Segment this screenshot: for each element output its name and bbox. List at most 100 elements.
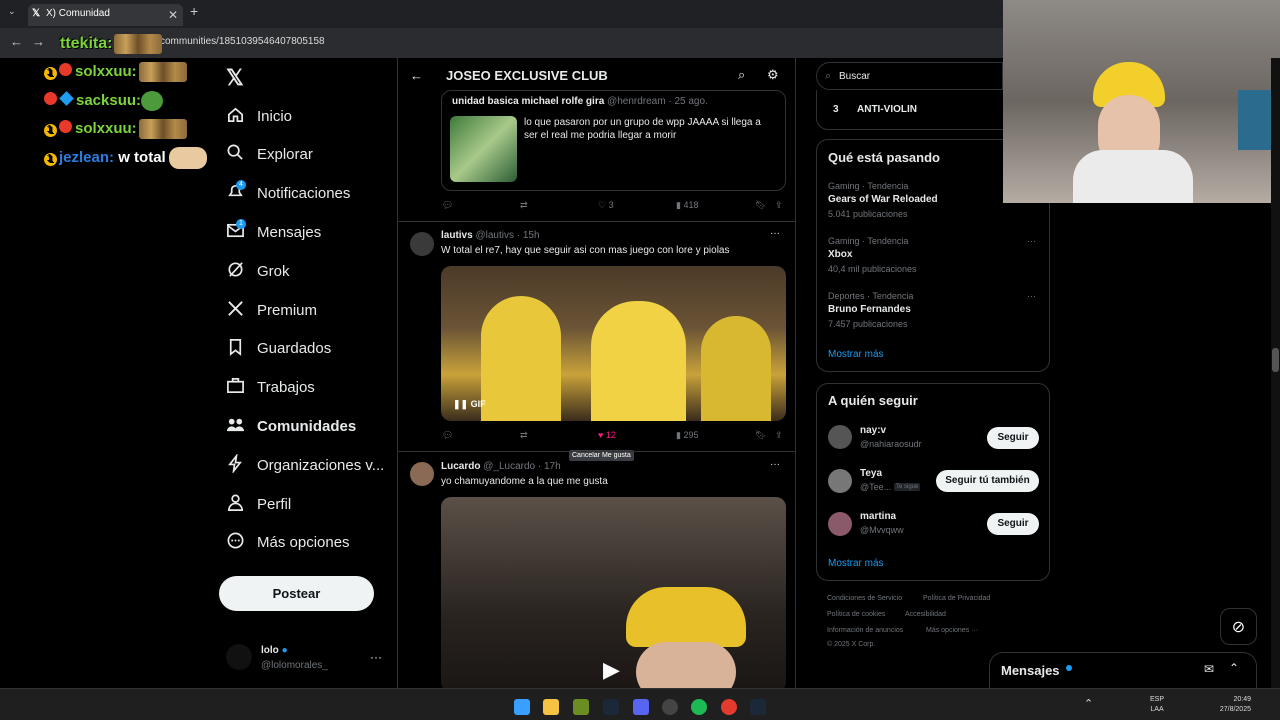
tab-close-icon[interactable]: ✕ [168, 8, 178, 22]
like-button[interactable]: ♥ 12 [598, 430, 616, 440]
footer-link[interactable]: Información de anuncios [827, 627, 903, 634]
avatar[interactable] [828, 512, 852, 536]
nav-item-explorar[interactable]: Explorar [226, 143, 313, 167]
trend-name[interactable]: Gears of War Reloaded [828, 194, 938, 205]
footer-link[interactable]: Más opciones ··· [926, 627, 978, 634]
follow-name[interactable]: nay:v [860, 425, 886, 436]
back-arrow-icon[interactable]: ← [10, 34, 23, 49]
nav-item-label: Trabajos [257, 379, 315, 397]
trend-name[interactable]: Xbox [828, 249, 852, 260]
avatar[interactable] [828, 425, 852, 449]
reply-icon[interactable]: 💬︎ [442, 200, 453, 211]
minecraft-icon[interactable] [573, 699, 589, 715]
expand-icon[interactable]: ⌃ [1229, 661, 1239, 675]
search-icon[interactable]: ⌕ [738, 67, 745, 83]
new-tab-icon[interactable]: + [190, 3, 198, 19]
like-button[interactable]: ♡ 3 [598, 200, 614, 211]
nav-item-inicio[interactable]: Inicio [226, 104, 292, 128]
windows-start-icon[interactable] [514, 699, 530, 715]
scrollbar-thumb[interactable] [1272, 348, 1279, 372]
footer-link[interactable]: Política de Privacidad [923, 595, 990, 602]
nav-item-organizaciones-v[interactable]: Organizaciones v... [226, 452, 384, 477]
compose-message-icon[interactable]: ✉ [1204, 662, 1214, 676]
bookmark-icon[interactable]: 🔖︎ [755, 200, 766, 211]
trends-title: Qué está pasando [828, 150, 940, 165]
gif-media[interactable]: ❚❚ GIF [441, 266, 786, 421]
avatar[interactable] [410, 232, 434, 256]
post-more-icon[interactable]: ··· [770, 228, 780, 239]
play-icon[interactable]: ▶ [603, 657, 620, 683]
footer-link[interactable]: Política de cookies [827, 611, 885, 618]
trend-name[interactable]: Bruno Fernandes [828, 304, 911, 315]
share-icon[interactable]: ⇪ [775, 200, 783, 211]
account-avatar[interactable] [226, 644, 252, 670]
trend-more-icon[interactable]: ··· [1027, 236, 1036, 246]
forward-arrow-icon[interactable]: → [32, 34, 45, 49]
search-input[interactable]: ⌕ Buscar [816, 62, 1003, 90]
avatar[interactable] [828, 469, 852, 493]
bookmark-icon[interactable]: 🔖︎ [755, 430, 766, 441]
tray-chevron-icon[interactable]: ⌃ [1084, 697, 1093, 710]
person-icon [226, 493, 257, 516]
communities-icon [226, 415, 257, 438]
repost-icon[interactable]: ⇄ [520, 200, 528, 211]
messages-drawer[interactable]: Mensajes ✉ ⌃ [989, 652, 1257, 688]
community-timeline: ← JOSEO EXCLUSIVE CLUB ⌕ ⚙ unidad basica… [397, 58, 796, 688]
steam-icon[interactable] [750, 699, 766, 715]
obs-icon[interactable] [662, 699, 678, 715]
follow-name[interactable]: martina [860, 511, 896, 522]
search-placeholder: Buscar [839, 71, 871, 82]
account-more-icon[interactable]: ··· [370, 650, 382, 664]
footer-link[interactable]: Accesibilidad [905, 611, 946, 618]
discord-icon[interactable] [633, 699, 649, 715]
x-logo-icon[interactable]: 𝕏 [226, 65, 244, 91]
quoted-image[interactable] [450, 116, 517, 182]
nav-item-notificaciones[interactable]: 4 Notificaciones [226, 180, 350, 206]
nav-item-trabajos[interactable]: Trabajos [226, 376, 315, 400]
rank-label[interactable]: ANTI-VIOLIN [857, 104, 917, 115]
post-button[interactable]: Postear [219, 576, 374, 611]
account-name: lolo ● [261, 645, 288, 656]
chrome-icon[interactable] [721, 699, 737, 715]
repost-icon[interactable]: ⇄ [520, 430, 528, 441]
search-icon: ⌕ [825, 70, 832, 82]
nav-item-premium[interactable]: Premium [226, 298, 317, 322]
nav-item-comunidades[interactable]: Comunidades [226, 414, 356, 438]
views-counter[interactable]: ▮ 418 [676, 200, 698, 211]
follow-back-button[interactable]: Seguir tú también [936, 470, 1039, 492]
video-media[interactable]: ▶ [441, 497, 786, 688]
browser-tab[interactable]: 𝕏 X) Comunidad ✕ [28, 4, 183, 26]
share-icon[interactable]: ⇪ [775, 430, 783, 441]
nav-item-más-opciones[interactable]: Más opciones [226, 531, 350, 555]
steam-icon[interactable] [603, 699, 619, 715]
rank-number: 3 [833, 104, 839, 115]
trend-count: 40,4 mil publicaciones [828, 264, 917, 274]
file-explorer-icon[interactable] [543, 699, 559, 715]
clock[interactable]: 20:49 27/8/2025 [1215, 695, 1251, 715]
post-more-icon[interactable]: ··· [770, 459, 780, 470]
nav-item-mensajes[interactable]: 1 Mensajes [226, 218, 321, 244]
footer-link[interactable]: Condiciones de Servicio [827, 595, 902, 602]
spotify-icon[interactable] [691, 699, 707, 715]
reply-icon[interactable]: 💬︎ [442, 430, 453, 441]
tab-list-icon[interactable]: ⌄ [8, 6, 16, 17]
nav-item-guardados[interactable]: Guardados [226, 337, 331, 361]
back-arrow-icon[interactable]: ← [410, 68, 423, 83]
show-more-follow-link[interactable]: Mostrar más [828, 558, 884, 569]
gif-pause-icon[interactable]: ❚❚ GIF [453, 399, 486, 410]
follow-button[interactable]: Seguir [987, 427, 1039, 449]
gear-icon[interactable]: ⚙ [767, 67, 779, 83]
trend-more-icon[interactable]: ··· [1027, 291, 1036, 301]
show-more-trends-link[interactable]: Mostrar más [828, 349, 884, 360]
nav-item-grok[interactable]: Grok [226, 259, 290, 283]
url-field[interactable]: communities/1851039546407805158 [160, 36, 325, 47]
grok-float-icon[interactable]: ⊘ [1220, 608, 1257, 645]
nav-item-perfil[interactable]: Perfil [226, 492, 291, 516]
follow-name[interactable]: Teya [860, 468, 882, 479]
views-counter[interactable]: ▮ 295 [676, 430, 698, 441]
language-indicator[interactable]: ESP LAA [1150, 695, 1164, 715]
x-icon [226, 299, 257, 322]
follow-button[interactable]: Seguir [987, 513, 1039, 535]
scrollbar[interactable] [1271, 58, 1280, 688]
avatar[interactable] [410, 462, 434, 486]
